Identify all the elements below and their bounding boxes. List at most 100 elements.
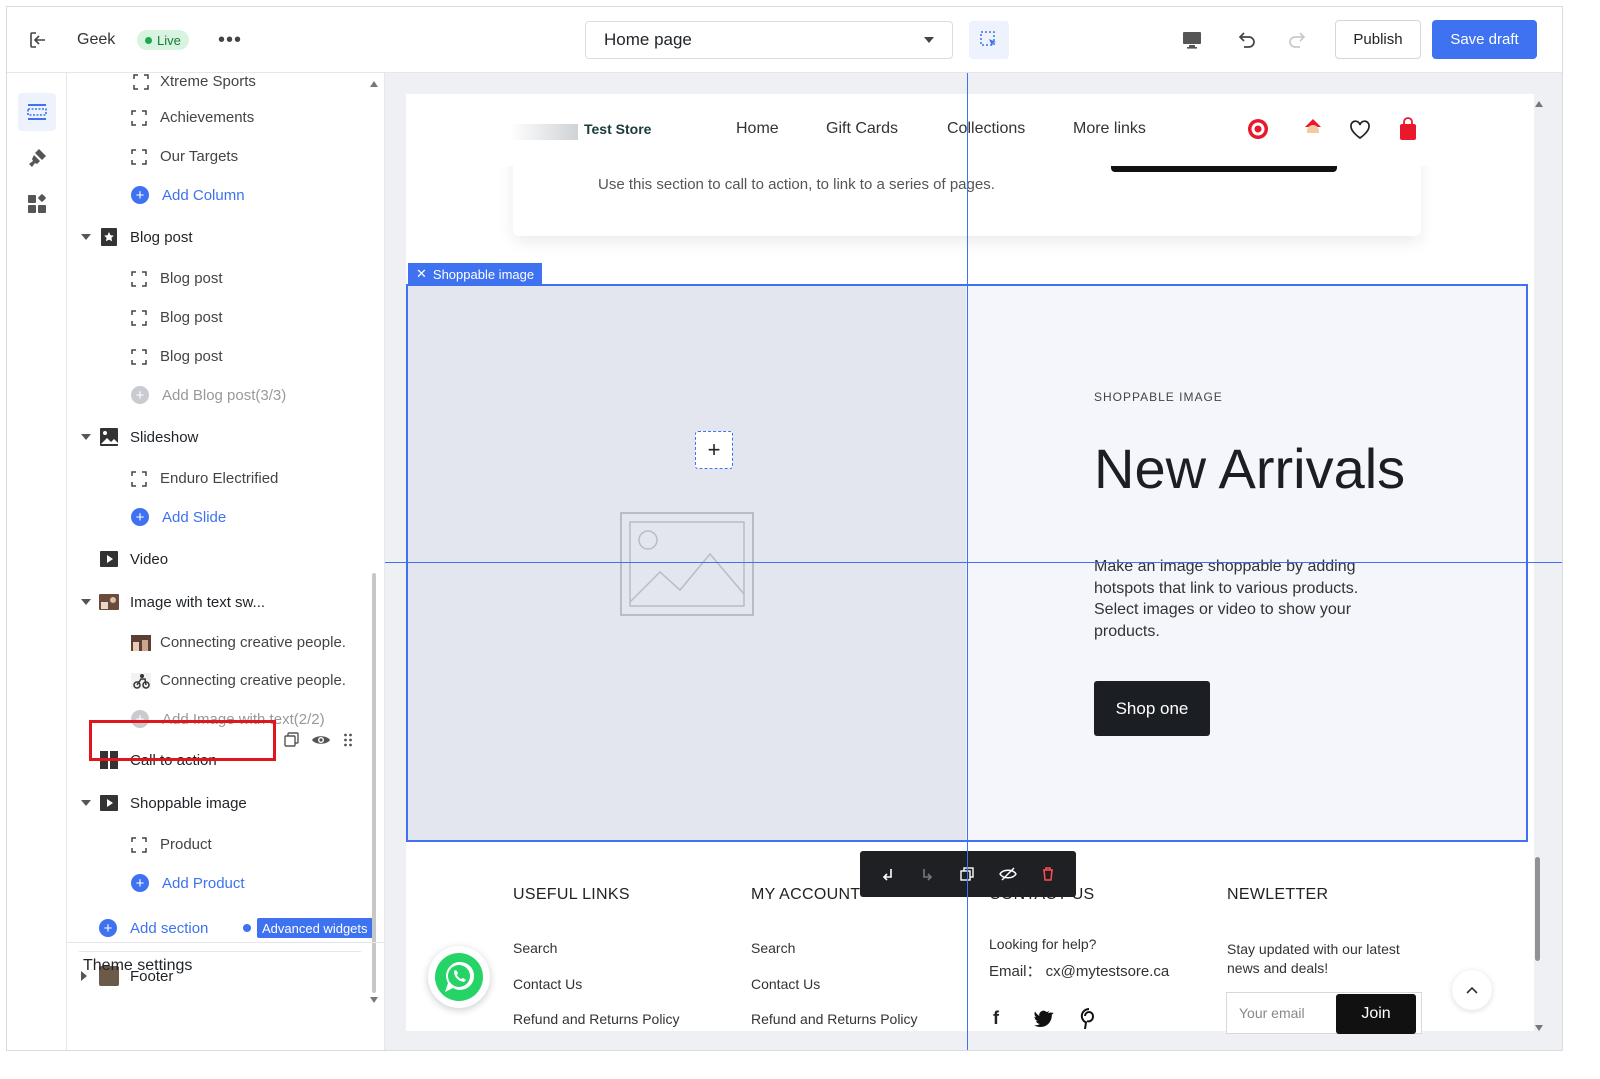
back-to-top-button[interactable] [1452,970,1492,1010]
theme-brush-icon[interactable] [18,139,56,177]
sidebar-child-item[interactable]: Blog post [67,338,367,374]
sections-icon[interactable] [18,93,56,131]
store-header: Test Store Home Gift Cards Collections M… [406,94,1534,166]
block-bracket-icon [131,149,151,165]
move-down-icon[interactable] [919,866,935,882]
add-hotspot-button[interactable]: + [695,431,733,469]
sidebar-section-item[interactable]: Shoppable image [67,785,367,821]
sidebar-child-item[interactable]: Achievements [67,99,367,135]
exit-icon[interactable] [25,27,51,53]
caret-down-icon [81,599,91,605]
advanced-widgets-badge[interactable]: Advanced widgets [257,918,373,938]
scroll-down-icon[interactable] [1535,1025,1543,1031]
facebook-icon[interactable]: f [993,1008,999,1029]
sidebar-section-item[interactable]: Blog post [67,219,367,255]
logo-text[interactable]: Test Store [584,121,651,137]
close-icon[interactable]: ✕ [416,266,427,282]
photo-section-icon [99,592,119,612]
footer-title-newsletter: NEWLETTER [1227,886,1329,903]
footer-title-account: MY ACCOUNT [751,886,861,903]
desktop-view-icon[interactable] [1177,25,1207,55]
undo-icon[interactable] [1231,25,1261,55]
image-placeholder-area[interactable]: + [408,286,966,840]
editor-window: Geek Live ••• Home page Publish Save dra… [6,6,1563,1051]
pinterest-icon[interactable] [1080,1007,1098,1030]
eye-icon[interactable] [311,731,331,749]
block-bracket-icon [131,471,151,487]
santa-icon[interactable] [1302,117,1324,141]
shoppable-eyebrow: SHOPPABLE IMAGE [1094,390,1223,404]
sidebar-child-item[interactable]: Connecting creative people. [67,624,367,660]
new-dot-icon [243,924,251,932]
sidebar-section-item[interactable]: Video [67,541,367,577]
target-icon[interactable] [1247,118,1269,140]
footer-link[interactable]: Search [751,940,795,956]
join-button[interactable]: Join [1336,994,1416,1034]
sidebar-child-item[interactable]: Blog post [67,260,367,296]
footer-link[interactable]: Contact Us [513,976,582,992]
publish-button[interactable]: Publish [1335,20,1421,59]
shoppable-body: Make an image shoppable by adding hotspo… [1094,558,1359,640]
preview-canvas: Use this section to call to action, to l… [385,73,1562,1050]
more-options-icon[interactable]: ••• [217,27,243,53]
hide-eye-icon[interactable] [998,866,1017,882]
sidebar-child-item[interactable]: Blog post [67,299,367,335]
guide-line-horizontal [385,562,1562,563]
newsletter-text: Stay updated with our latest news and de… [1227,941,1400,976]
image-section-icon [99,427,119,447]
page-select[interactable]: Home page [585,21,953,59]
footer-link[interactable]: Refund and Returns Policy [513,1011,680,1027]
delete-icon[interactable] [1040,866,1056,882]
sections-sidebar: Xtreme Sports Achievements Our Targets + Ad… [67,73,385,1050]
sidebar-child-xtreme[interactable]: Xtreme Sports [67,73,367,99]
block-bracket-icon [131,349,151,365]
footer-help-text: Looking for help? [989,936,1097,952]
cta-text: Use this section to call to action, to l… [598,176,995,193]
move-up-icon[interactable] [880,866,896,882]
section-tag[interactable]: ✕ Shoppable image [408,263,543,285]
add-item-button[interactable]: + Add Product [67,865,367,901]
sidebar-section-item[interactable]: Slideshow [67,419,367,455]
footer-link[interactable]: Refund and Returns Policy [751,1011,918,1027]
sidebar-child-item[interactable]: Enduro Electrified [67,460,367,496]
scroll-up-icon[interactable] [1535,101,1543,107]
cart-bag-icon[interactable] [1398,117,1418,141]
add-item-button[interactable]: + Add Column [67,177,367,213]
theme-settings[interactable]: Theme settings [67,942,385,988]
caret-down-icon [81,234,91,240]
canvas-scrollbar[interactable] [1535,857,1540,961]
scroll-up-icon[interactable] [370,81,378,87]
add-circle-icon: + [99,919,117,937]
sidebar-section-item[interactable]: Image with text sw... [67,584,367,620]
nav-link-more[interactable]: More links [1073,120,1146,138]
whatsapp-button[interactable] [428,946,490,1008]
add-item-disabled: + Add Blog post(3/3) [67,377,367,413]
footer-email[interactable]: Email： cx@mytestsore.ca [989,960,1169,981]
sidebar-scrollbar[interactable] [372,573,376,993]
scroll-down-icon[interactable] [370,997,378,1003]
nav-link-gift-cards[interactable]: Gift Cards [826,120,898,138]
save-draft-button[interactable]: Save draft [1432,20,1537,59]
select-element-button[interactable] [969,21,1009,59]
sidebar-child-item[interactable]: Connecting creative people. [67,662,367,698]
apps-icon[interactable] [18,185,56,223]
footer-link[interactable]: Contact Us [751,976,820,992]
duplicate-icon[interactable] [283,731,301,749]
heart-icon[interactable] [1349,120,1371,140]
nav-link-collections[interactable]: Collections [947,120,1025,138]
twitter-icon[interactable] [1034,1010,1054,1028]
shop-one-button[interactable]: Shop one [1094,681,1210,736]
logo-image [510,124,578,140]
sidebar-child-item[interactable]: Product [67,826,367,862]
footer-link[interactable]: Search [513,940,557,956]
add-item-button[interactable]: + Add Slide [67,499,367,535]
nav-link-home[interactable]: Home [736,120,779,138]
sidebar-child-item[interactable]: Our Targets [67,138,367,174]
drag-handle-icon[interactable] [343,731,353,749]
redo-icon[interactable] [1283,25,1313,55]
add-circle-icon: + [131,386,149,404]
block-bracket-icon [133,74,149,90]
add-circle-icon: + [131,508,149,526]
page-select-value: Home page [604,30,692,49]
footer-title-useful: USEFUL LINKS [513,886,630,903]
